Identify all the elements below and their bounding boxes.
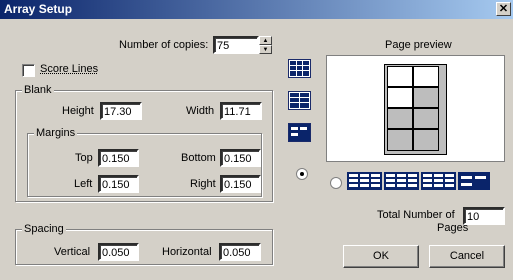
preview-cell <box>413 87 439 108</box>
score-lines-checkbox[interactable] <box>22 64 35 77</box>
height-label: Height <box>62 105 94 117</box>
radio-strip[interactable] <box>330 177 342 189</box>
preview-title: Page preview <box>385 39 452 51</box>
width-label: Width <box>186 105 215 117</box>
spacing-group-title: Spacing <box>22 222 66 236</box>
blank-group-title: Blank <box>22 83 54 97</box>
radio-portrait[interactable] <box>296 168 308 180</box>
left-margin-input[interactable]: 0.150 <box>98 175 139 193</box>
page-preview <box>326 55 505 162</box>
height-input[interactable]: 17.30 <box>100 102 142 120</box>
layout-grid-3x3-icon[interactable] <box>347 172 382 190</box>
close-button[interactable]: ✕ <box>496 2 511 16</box>
horizontal-label: Horizontal <box>162 246 212 258</box>
width-input[interactable]: 11.71 <box>220 102 262 120</box>
spin-up-icon[interactable]: ▲ <box>259 36 272 45</box>
score-lines-label[interactable]: Score Lines <box>40 63 98 75</box>
cancel-button[interactable]: Cancel <box>429 245 505 268</box>
window-title: Array Setup <box>4 2 73 16</box>
preview-cell <box>387 66 413 87</box>
spin-down-icon[interactable]: ▼ <box>259 45 272 54</box>
right-margin-input[interactable]: 0.150 <box>220 175 261 193</box>
vertical-label: Vertical <box>54 246 91 258</box>
close-icon: ✕ <box>498 3 509 15</box>
copies-input[interactable]: 75 <box>213 36 259 54</box>
preview-cell <box>387 129 413 151</box>
copies-label: Number of copies: <box>119 39 209 51</box>
layout-grid-2x2-selected-icon[interactable] <box>288 123 311 142</box>
preview-cell <box>413 129 439 151</box>
bottom-margin-input[interactable]: 0.150 <box>220 149 261 167</box>
layout-grid-3x3-icon[interactable] <box>421 172 456 190</box>
horizontal-spacing-input[interactable]: 0.050 <box>219 243 261 261</box>
layout-grid-2x2-icon[interactable] <box>458 172 490 190</box>
top-margin-input[interactable]: 0.150 <box>98 149 139 167</box>
preview-cell <box>413 66 439 87</box>
preview-cell <box>387 87 413 108</box>
total-label: Total Number of <box>377 209 455 221</box>
ok-button[interactable]: OK <box>343 245 419 268</box>
right-label: Right <box>190 178 216 190</box>
copies-spinner[interactable]: ▲ ▼ <box>259 36 272 54</box>
margins-group-title: Margins <box>34 126 78 140</box>
bottom-label: Bottom <box>181 152 216 164</box>
total-pages-input[interactable]: 10 <box>463 207 505 225</box>
vertical-spacing-input[interactable]: 0.050 <box>98 243 139 261</box>
left-label: Left <box>74 178 93 190</box>
layout-grid-2x3-icon[interactable] <box>288 59 311 78</box>
top-label: Top <box>75 152 93 164</box>
layout-grid-3x3-icon[interactable] <box>384 172 419 190</box>
title-bar: Array Setup ✕ <box>0 0 513 19</box>
layout-grid-2x3-icon[interactable] <box>288 91 311 110</box>
preview-cell <box>387 108 413 129</box>
preview-cell <box>413 108 439 129</box>
